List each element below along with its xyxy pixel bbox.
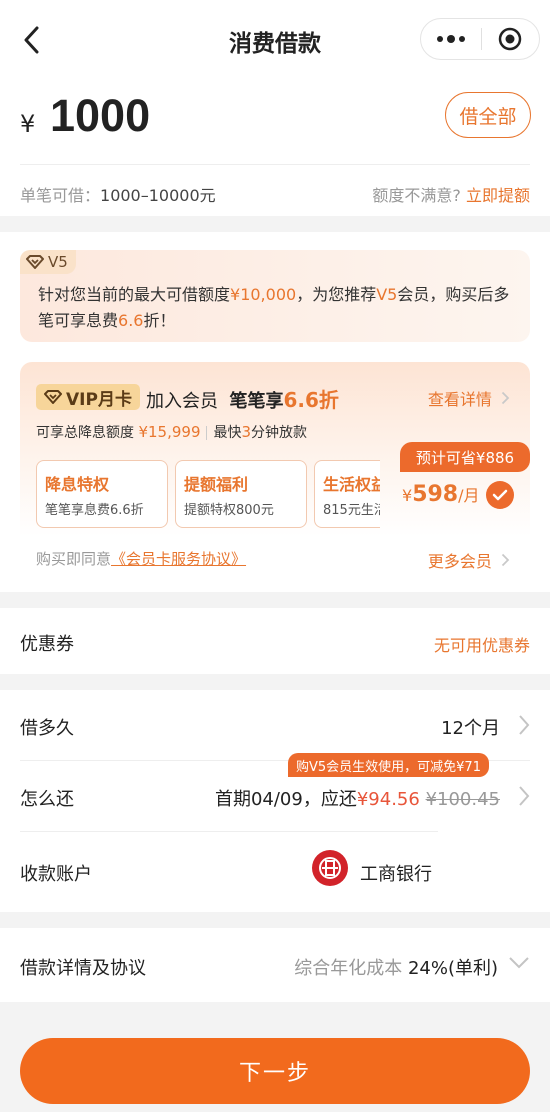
loan-term-row[interactable]: 借多久 12个月 bbox=[0, 690, 550, 760]
privilege-card[interactable]: 降息特权 笔笔享息费6.6折 bbox=[36, 460, 168, 528]
more-dots-icon bbox=[436, 36, 443, 42]
view-details-label: 查看详情 bbox=[427, 390, 492, 409]
loan-detail-row[interactable]: 借款详情及协议 综合年化成本 24%(单利) bbox=[0, 928, 550, 1002]
range-label: 单笔可借：1000–10000元 bbox=[20, 182, 216, 206]
target-close-icon bbox=[498, 27, 522, 51]
agreement-text: 购买即同意《会员卡服务协议》 bbox=[36, 548, 246, 569]
amount-divider bbox=[20, 164, 530, 165]
annual-cost-value: 24%(单利) bbox=[407, 958, 498, 979]
vip-price: ¥598/月 bbox=[402, 482, 480, 507]
receiving-account-row[interactable]: 收款账户 工商银行 bbox=[0, 836, 550, 906]
nav-bar: 消费借款 bbox=[0, 0, 550, 80]
chevron-right-icon bbox=[501, 553, 510, 567]
privilege-title: 生活权益 bbox=[323, 475, 380, 494]
v5-recommend-text: 针对您当前的最大可借额度¥10,000，为您推荐V5会员，购买后多笔可享息费6.… bbox=[38, 282, 518, 334]
vip-month-card[interactable]: VIP月卡 加入会员 笔笔享6.6折 查看详情 可享总降息额度 ¥15,999 最… bbox=[20, 362, 530, 580]
loan-info-section: 借多久 12个月 购V5会员生效使用，可减免¥71 怎么还 首期04/09，应还… bbox=[0, 690, 550, 912]
raise-prefix: 额度不满意? bbox=[372, 186, 461, 205]
raise-limit-link[interactable]: 立即提额 bbox=[466, 186, 530, 205]
currency-symbol: ¥ bbox=[20, 110, 36, 138]
vip-select-checkbox[interactable] bbox=[486, 481, 514, 509]
receiving-account-label: 收款账户 bbox=[20, 864, 92, 885]
bank-emblem-icon bbox=[319, 857, 341, 879]
privilege-card[interactable]: 生活权益 815元生活 bbox=[314, 460, 380, 528]
loan-term-value: 12个月 bbox=[441, 718, 500, 739]
borrow-all-button[interactable]: 借全部 bbox=[445, 92, 531, 138]
privilege-title: 提额福利 bbox=[184, 475, 249, 494]
diamond-heart-icon bbox=[26, 255, 44, 269]
annual-cost: 综合年化成本 24%(单利) bbox=[294, 954, 498, 980]
next-step-button[interactable]: 下一步 bbox=[20, 1038, 530, 1104]
privilege-desc: 815元生活 bbox=[323, 503, 380, 518]
v5-discount: 6.6 bbox=[118, 311, 144, 330]
v5-badge: V5 bbox=[20, 250, 76, 274]
first-due-text: 首期04/09，应还 bbox=[214, 789, 357, 810]
v5-recommend-card: V5 针对您当前的最大可借额度¥10,000，为您推荐V5会员，购买后多笔可享息… bbox=[20, 250, 530, 342]
membership-agreement-link[interactable]: 《会员卡服务协议》 bbox=[111, 550, 246, 568]
member-discount-tip: 购V5会员生效使用，可减免¥71 bbox=[288, 753, 489, 777]
chevron-right-icon bbox=[519, 786, 530, 806]
chevron-right-icon bbox=[501, 391, 510, 405]
chevron-down-icon bbox=[509, 957, 529, 969]
chevron-right-icon bbox=[519, 715, 530, 735]
loan-detail-label: 借款详情及协议 bbox=[20, 958, 146, 979]
coupon-value: 无可用优惠券 bbox=[433, 636, 530, 655]
more-membership-link[interactable]: 更多会员 bbox=[428, 548, 510, 572]
bank-name: 工商银行 bbox=[360, 864, 432, 885]
v5-text-a: 针对您当前的最大可借额度 bbox=[38, 285, 231, 304]
raise-limit: 额度不满意? 立即提额 bbox=[372, 182, 530, 206]
range-value: 1000–10000元 bbox=[100, 186, 216, 205]
view-details-link[interactable]: 查看详情 bbox=[428, 386, 510, 410]
v5-badge-label: V5 bbox=[48, 253, 68, 271]
range-label-text: 单笔可借： bbox=[20, 186, 101, 205]
repayment-label: 怎么还 bbox=[20, 789, 74, 810]
privilege-card[interactable]: 提额福利 提额特权800元 bbox=[175, 460, 307, 528]
loan-term-label: 借多久 bbox=[20, 718, 74, 739]
original-amount: ¥100.45 bbox=[425, 789, 500, 810]
more-menu-button[interactable] bbox=[421, 19, 481, 59]
close-mini-program-button[interactable] bbox=[481, 19, 539, 59]
v5-text-d: 折！ bbox=[143, 311, 176, 330]
agreement-prefix: 购买即同意 bbox=[36, 550, 112, 568]
price-value: 598 bbox=[412, 482, 459, 507]
more-dots-icon-center bbox=[446, 35, 455, 43]
price-currency: ¥ bbox=[402, 486, 413, 505]
repayment-value: 首期04/09，应还¥94.56 ¥100.45 bbox=[215, 785, 500, 811]
more-dots-icon-right bbox=[458, 36, 465, 42]
coupon-row[interactable]: 优惠券 无可用优惠券 bbox=[0, 608, 550, 674]
membership-section: V5 针对您当前的最大可借额度¥10,000，为您推荐V5会员，购买后多笔可享息… bbox=[0, 232, 550, 592]
discounted-amount: ¥94.56 bbox=[356, 789, 420, 810]
privilege-list: 降息特权 笔笔享息费6.6折 提额福利 提额特权800元 生活权益 815元生活 bbox=[20, 362, 380, 542]
repayment-row[interactable]: 购V5会员生效使用，可减免¥71 怎么还 首期04/09，应还¥94.56 ¥1… bbox=[0, 753, 550, 831]
v5-max-amount: ¥10,000 bbox=[230, 285, 297, 304]
privilege-desc: 提额特权800元 bbox=[184, 503, 274, 518]
privilege-title: 降息特权 bbox=[45, 475, 110, 494]
v5-level: V5 bbox=[376, 285, 398, 304]
check-icon bbox=[492, 489, 508, 501]
mini-program-capsule bbox=[420, 18, 540, 60]
amount-input[interactable]: 1000 bbox=[50, 90, 150, 142]
amount-card: ¥ 1000 借全部 单笔可借：1000–10000元 额度不满意? 立即提额 bbox=[0, 80, 550, 216]
estimated-saving-badge: 预计可省¥886 bbox=[400, 442, 530, 472]
annual-cost-label: 综合年化成本 bbox=[294, 958, 403, 979]
privilege-desc: 笔笔享息费6.6折 bbox=[45, 503, 144, 518]
coupon-label: 优惠券 bbox=[20, 634, 74, 655]
more-membership-label: 更多会员 bbox=[427, 552, 492, 571]
price-unit: /月 bbox=[458, 486, 480, 505]
v5-text-b: ，为您推荐 bbox=[296, 285, 377, 304]
icbc-logo-icon bbox=[312, 850, 348, 886]
row-divider bbox=[20, 831, 438, 832]
